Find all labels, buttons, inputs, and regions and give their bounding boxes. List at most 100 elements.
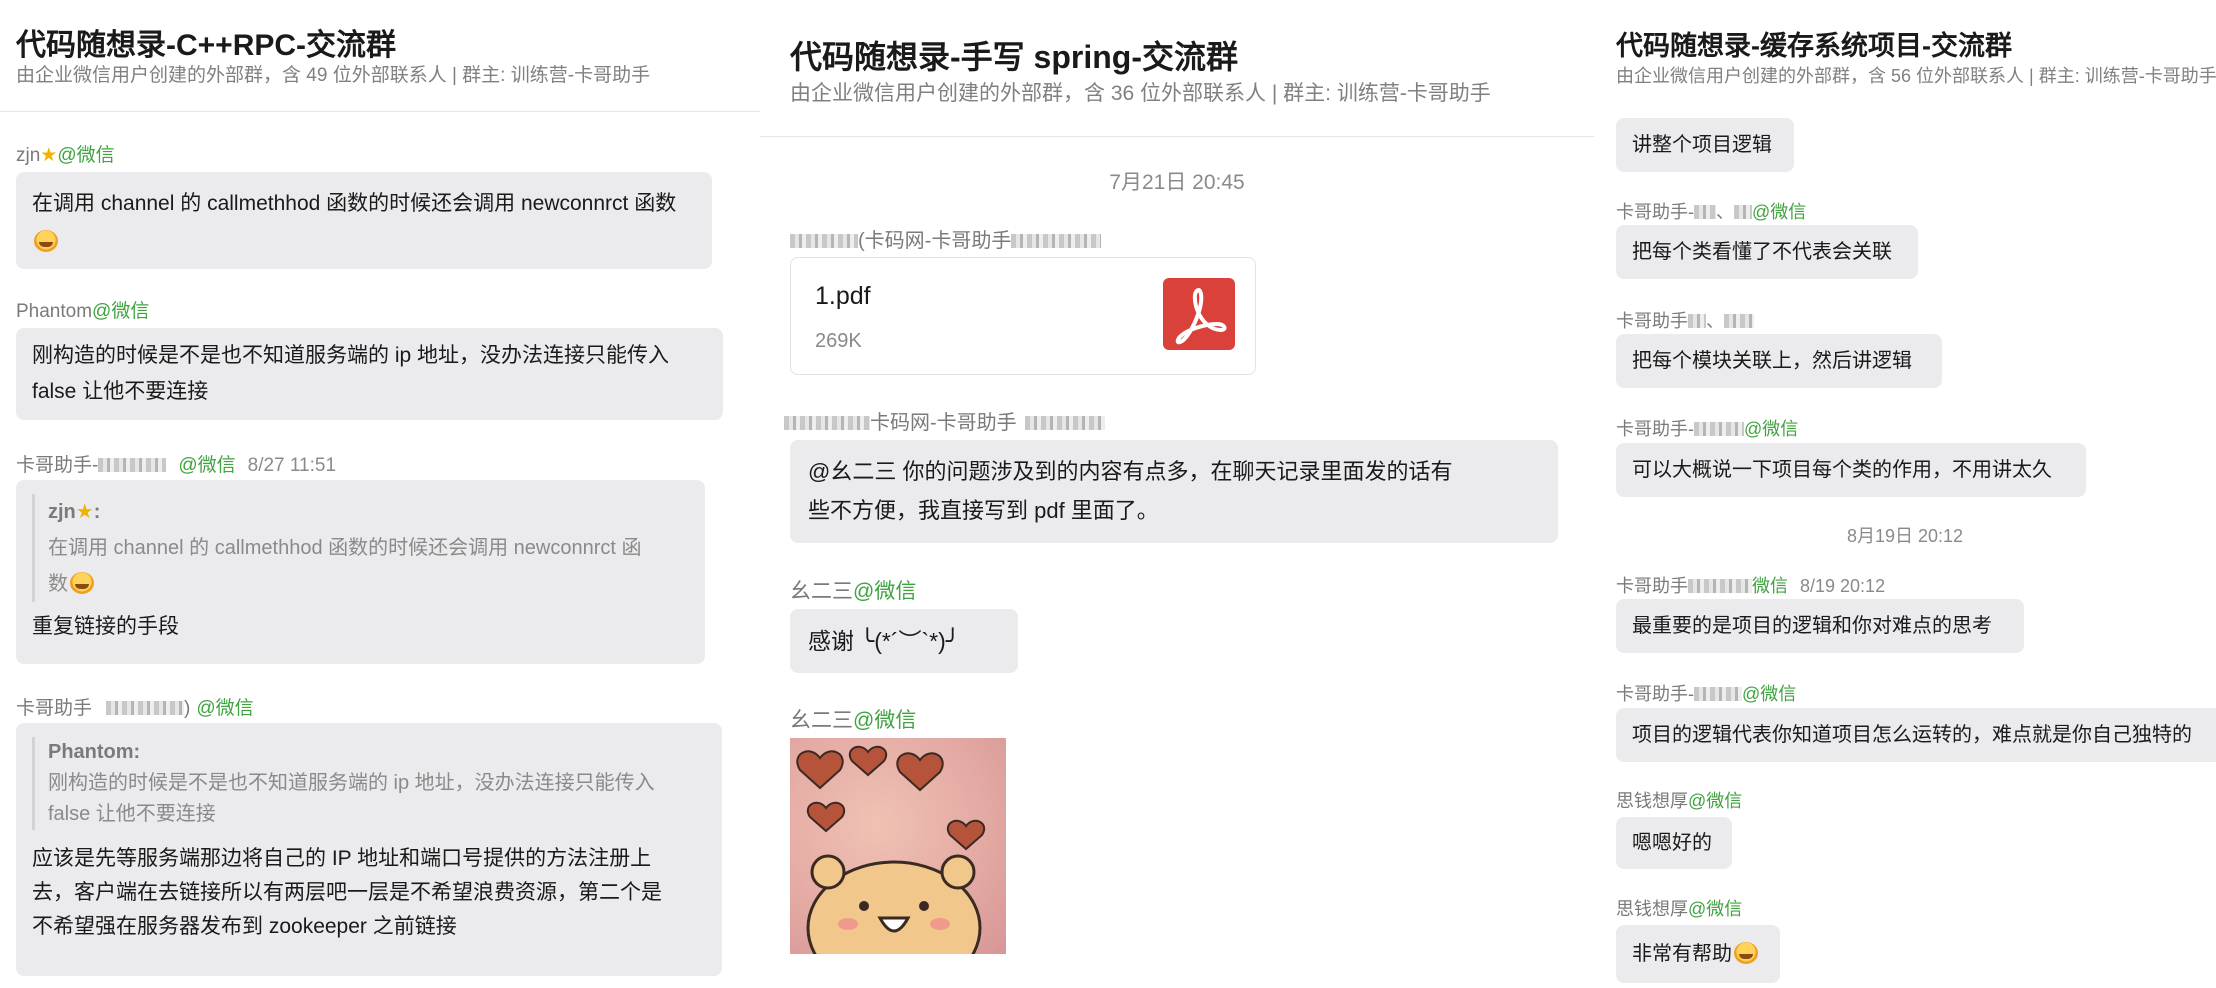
message-sender[interactable]: Phantom@微信 — [16, 296, 149, 323]
wechat-tag: @微信 — [1752, 202, 1807, 222]
wechat-tag: @微信 — [1688, 899, 1743, 919]
sender-name: 幺二三 — [790, 709, 853, 732]
sender-name: 卡哥助手 — [16, 698, 93, 719]
sender-name: 思钱想厚 — [1616, 899, 1688, 919]
chat-subtitle: 由企业微信用户创建的外部群，含 56 位外部联系人 | 群主: 训练营-卡哥助手 — [1616, 66, 2216, 86]
message-time: 8/27 11:51 — [247, 455, 337, 476]
name-separator: 、 — [1716, 202, 1734, 222]
star-icon: ★ — [40, 145, 58, 166]
message-sender[interactable]: 思钱想厚@微信 — [1616, 787, 1742, 813]
file-attachment[interactable]: 1.pdf 269K — [790, 257, 1256, 375]
quote-text: 数 — [48, 573, 68, 595]
message-bubble[interactable]: 非常有帮助 — [1616, 925, 1780, 983]
redacted-name — [784, 416, 870, 430]
redacted-name — [1011, 234, 1102, 248]
message-bubble[interactable]: 刚构造的时候是不是也不知道服务端的 ip 地址，没办法连接只能传入 false … — [16, 328, 723, 420]
sticker-art — [796, 745, 985, 954]
wechat-tag: 微信 — [1752, 576, 1788, 596]
sender-name: 卡哥助手 — [1616, 311, 1688, 331]
message-bubble[interactable]: 在调用 channel 的 callmethhod 函数的时候还会调用 newc… — [16, 172, 712, 269]
sender-name: 卡哥助手- — [1616, 684, 1694, 704]
name-separator: 、 — [1706, 311, 1724, 331]
chat-subtitle: 由企业微信用户创建的外部群，含 49 位外部联系人 | 群主: 训练营-卡哥助手 — [16, 65, 651, 86]
chat-header: 代码随想录-缓存系统项目-交流群 由企业微信用户创建的外部群，含 56 位外部联… — [1594, 0, 2216, 100]
redacted-name — [1734, 205, 1752, 219]
sender-name: 思钱想厚 — [1616, 791, 1688, 811]
grimace-emoji-icon — [34, 230, 58, 252]
sender-name: 卡哥助手- — [1616, 202, 1694, 222]
message-bubble[interactable]: 把每个类看懂了不代表会关联 — [1616, 225, 1918, 279]
pdf-file-icon — [1163, 278, 1235, 350]
message-text: 项目的逻辑代表你知道项目怎么运转的，难点就是你自己独特的 — [1632, 724, 2192, 746]
message-bubble[interactable]: 讲整个项目逻辑 — [1616, 118, 1794, 172]
message-text: 讲整个项目逻辑 — [1632, 134, 1772, 156]
wechat-tag: @微信 — [178, 455, 236, 476]
message-text: @幺二三 你的问题涉及到的内容有点多，在聊天记录里面发的话有 — [808, 459, 1453, 484]
message-text: 最重要的是项目的逻辑和你对难点的思考 — [1632, 615, 1992, 637]
wechat-tag: @微信 — [853, 580, 917, 603]
message-sender[interactable]: 卡哥助手 微信 8/19 20:12 — [1616, 572, 1885, 598]
message-text: 重复链接的手段 — [32, 615, 179, 638]
quoted-message[interactable]: Phantom: 刚构造的时候是不是也不知道服务端的 ip 地址，没办法连接只能… — [32, 737, 706, 830]
sender-name: ) — [184, 698, 191, 719]
message-sender[interactable]: 卡哥助手- @微信 — [1616, 415, 1798, 441]
redacted-name — [790, 234, 858, 248]
message-bubble[interactable]: 可以大概说一下项目每个类的作用，不用讲太久 — [1616, 443, 2086, 497]
message-time: 8/19 20:12 — [1800, 576, 1886, 596]
date-separator: 7月21日 20:45 — [1109, 171, 1245, 194]
message-text: 在调用 channel 的 callmethhod 函数的时候还会调用 newc… — [32, 192, 677, 215]
wechat-tag: @微信 — [57, 145, 115, 166]
chat-panel-cpp-rpc: 代码随想录-C++RPC-交流群 由企业微信用户创建的外部群，含 49 位外部联… — [0, 0, 760, 988]
message-sender[interactable]: 卡哥助手、 — [1616, 307, 1754, 333]
star-icon: ★ — [75, 501, 94, 523]
message-text: 刚构造的时候是不是也不知道服务端的 ip 地址，没办法连接只能传入 — [32, 344, 670, 367]
message-bubble[interactable]: 项目的逻辑代表你知道项目怎么运转的，难点就是你自己独特的 — [1616, 708, 2216, 762]
message-bubble[interactable]: 把每个模块关联上，然后讲逻辑 — [1616, 334, 1942, 388]
sender-name: 卡哥助手- — [1616, 419, 1694, 439]
chat-panel-cache-system: 代码随想录-缓存系统项目-交流群 由企业微信用户创建的外部群，含 56 位外部联… — [1594, 0, 2216, 988]
heart-bear-sticker[interactable] — [790, 738, 1006, 954]
redacted-name — [98, 458, 167, 472]
message-bubble[interactable]: zjn★: 在调用 channel 的 callmethhod 函数的时候还会调… — [16, 480, 705, 664]
chat-panel-spring: 代码随想录-手写 spring-交流群 由企业微信用户创建的外部群，含 36 位… — [760, 0, 1594, 988]
wechat-tag: @微信 — [1744, 419, 1799, 439]
quote-text: false 让他不要连接 — [48, 803, 216, 825]
date-separator: 8月19日 20:12 — [1846, 526, 1964, 546]
quoted-message[interactable]: zjn★: 在调用 channel 的 callmethhod 函数的时候还会调… — [32, 494, 689, 602]
redacted-name — [1688, 314, 1706, 328]
file-size: 269K — [815, 330, 862, 352]
grimace-emoji-icon — [70, 572, 94, 594]
message-sender[interactable]: 卡码网-卡哥助手 — [784, 406, 1105, 435]
quote-text: 刚构造的时候是不是也不知道服务端的 ip 地址，没办法连接只能传入 — [48, 772, 655, 794]
message-sender[interactable]: zjn★@微信 — [16, 140, 115, 167]
message-sender[interactable]: 卡哥助手) @微信 — [16, 693, 254, 720]
sender-name: 卡码网-卡哥助手 — [870, 412, 1017, 434]
sender-name: Phantom — [16, 301, 93, 322]
message-sender[interactable]: (卡码网-卡哥助手 — [790, 224, 1102, 253]
message-text: 非常有帮助 — [1632, 943, 1732, 965]
message-sender[interactable]: 卡哥助手- 、 @微信 — [1616, 198, 1806, 224]
message-sender[interactable]: 幺二三@微信 — [790, 575, 916, 605]
message-bubble[interactable]: @幺二三 你的问题涉及到的内容有点多，在聊天记录里面发的话有 些不方便，我直接写… — [790, 440, 1558, 543]
message-bubble[interactable]: 嗯嗯好的 — [1616, 817, 1732, 869]
redacted-name — [1694, 687, 1742, 701]
message-sender[interactable]: 思钱想厚@微信 — [1616, 895, 1742, 921]
message-text: 嗯嗯好的 — [1632, 832, 1712, 854]
message-sender[interactable]: 卡哥助手- @微信 8/27 11:51 — [16, 450, 336, 477]
wechat-tag: @微信 — [1688, 791, 1743, 811]
chat-title: 代码随想录-缓存系统项目-交流群 — [1616, 31, 2012, 61]
message-text: 些不方便，我直接写到 pdf 里面了。 — [808, 498, 1159, 523]
sender-name: zjn — [16, 145, 41, 166]
message-sender[interactable]: 幺二三@微信 — [790, 704, 916, 734]
chat-header: 代码随想录-C++RPC-交流群 由企业微信用户创建的外部群，含 49 位外部联… — [0, 0, 760, 112]
message-bubble[interactable]: 最重要的是项目的逻辑和你对难点的思考 — [1616, 599, 2024, 653]
wechat-tag: @微信 — [853, 709, 917, 732]
redacted-name — [1688, 579, 1752, 593]
redacted-name — [1694, 422, 1744, 436]
message-sender[interactable]: 卡哥助手- @微信 — [1616, 680, 1796, 706]
message-bubble[interactable]: Phantom: 刚构造的时候是不是也不知道服务端的 ip 地址，没办法连接只能… — [16, 723, 722, 976]
message-bubble[interactable]: 感谢 ╰(*´︶`*)╯ — [790, 609, 1018, 673]
sender-name: 卡哥助手- — [16, 455, 99, 476]
sender-name: 幺二三 — [790, 580, 853, 603]
sender-name: (卡码网-卡哥助手 — [858, 230, 1012, 252]
